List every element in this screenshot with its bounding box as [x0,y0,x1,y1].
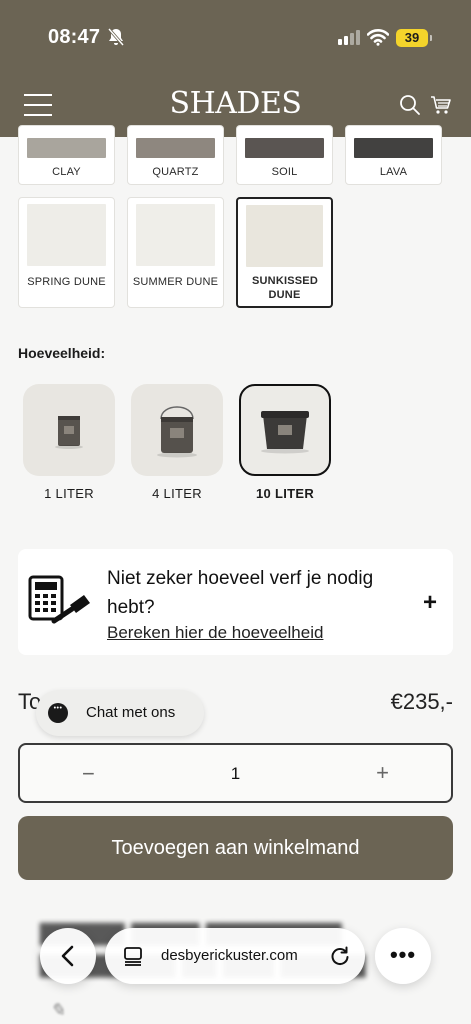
quantity-stepper: − 1 + [18,743,453,803]
size-option-10-liter[interactable] [239,384,331,476]
signature-image: ✎ [50,1000,66,1021]
add-to-cart-button[interactable]: Toevoegen aan winkelmand [18,816,453,880]
total-price: €235,- [390,689,453,714]
swatch-color [27,204,106,266]
swatch-color [245,138,324,158]
swatch-label: CLAY [52,166,81,178]
increment-button[interactable]: + [376,760,389,786]
bell-muted-icon [108,28,124,46]
signal-icon [338,30,360,45]
app-header: 08:47 39 SHADES [0,0,471,137]
swatch-quartz[interactable]: QUARTZ [127,125,224,185]
quantity-heading: Hoeveelheid: [18,345,106,361]
paint-bucket-large-icon [261,411,309,454]
swatch-soil[interactable]: SOIL [236,125,333,185]
swatch-color [354,138,433,158]
browser-url[interactable]: desbyerickuster.com [161,947,298,964]
swatch-color [136,138,215,158]
swatch-color [27,138,106,158]
swatch-label: SOIL [271,166,298,178]
size-label-4-liter: 4 LITER [152,486,202,501]
paint-calculator-card[interactable]: Niet zeker hoeveel verf je nodig hebt? B… [18,549,453,655]
chat-bubble-icon [48,703,68,723]
battery-icon: 39 [396,29,432,47]
more-icon: ••• [389,942,417,967]
swatch-label: SPRING DUNE [27,276,106,288]
browser-more-button[interactable]: ••• [375,928,431,984]
cart-icon[interactable] [430,94,452,116]
paint-can-small-icon [55,416,83,449]
size-label-10-liter: 10 LITER [255,486,315,501]
swatch-color [246,205,323,267]
reload-icon[interactable] [329,945,351,967]
search-icon[interactable] [399,94,421,116]
expand-plus-icon[interactable]: + [423,589,437,617]
calculator-title: Niet zeker hoeveel verf je nodig hebt? [107,568,374,618]
swatch-summer-dune[interactable]: SUMMER DUNE [127,197,224,308]
swatch-clay[interactable]: CLAY [18,125,115,185]
size-option-1-liter[interactable] [23,384,115,476]
swatch-lava[interactable]: LAVA [345,125,442,185]
swatch-label: QUARTZ [152,166,199,178]
swatch-label: SUNKISSED DUNE [252,275,318,301]
size-option-4-liter[interactable] [131,384,223,476]
swatch-spring-dune[interactable]: SPRING DUNE [18,197,115,308]
browser-back-button[interactable] [40,928,96,984]
paint-can-medium-icon [157,406,197,458]
swatch-sunkissed-dune[interactable]: SUNKISSED DUNE [236,197,333,308]
chevron-left-icon [61,945,74,967]
size-label-1-liter: 1 LITER [44,486,94,501]
swatch-label: SUMMER DUNE [132,276,219,288]
calculator-brush-icon [28,575,90,624]
chat-label: Chat met ons [86,704,176,721]
page-menu-icon [124,947,142,966]
swatch-color [136,204,215,266]
calculator-link[interactable]: Bereken hier de hoeveelheid [107,623,323,643]
chat-button[interactable]: Chat met ons [36,690,204,736]
status-time: 08:47 [48,26,101,48]
browser-address-bar[interactable]: desbyerickuster.com [105,928,365,984]
swatch-label: LAVA [379,166,408,178]
wifi-icon [367,29,389,46]
